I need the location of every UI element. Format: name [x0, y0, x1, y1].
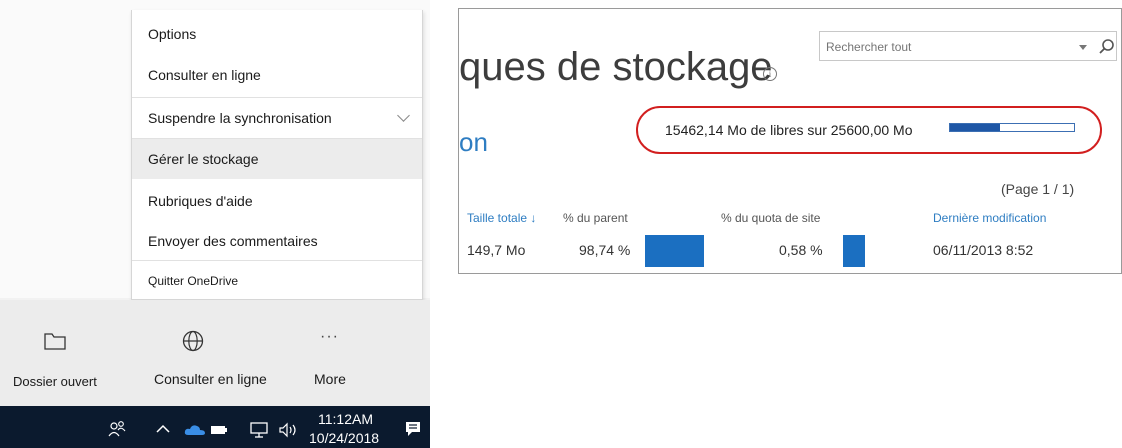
folder-icon[interactable] [44, 332, 66, 350]
more-icon[interactable]: ··· [320, 328, 339, 346]
chevron-down-icon [397, 109, 410, 122]
view-online-button[interactable]: Consulter en ligne [154, 371, 267, 387]
onedrive-action-bar [0, 300, 430, 406]
battery-icon[interactable] [210, 425, 228, 435]
highlight-ellipse [636, 106, 1102, 154]
menu-item-options[interactable]: Options [132, 14, 422, 54]
more-label: More [314, 371, 346, 387]
cell-last-modified: 06/11/2013 8:52 [933, 242, 1034, 258]
column-header-pct-parent[interactable]: % du parent [563, 211, 628, 225]
onedrive-context-menu: Options Consulter en ligne Suspendre la … [131, 10, 423, 300]
menu-item-view-online[interactable]: Consulter en ligne [132, 55, 422, 95]
menu-item-label: Rubriques d'aide [148, 193, 253, 209]
pct-quota-bar [843, 235, 865, 267]
pct-parent-bar [645, 235, 704, 267]
onedrive-panel: Options Consulter en ligne Suspendre la … [0, 0, 430, 448]
cell-total-size[interactable]: 149,7 Mo [467, 242, 525, 258]
info-icon[interactable]: i [763, 67, 777, 81]
menu-item-quit-onedrive[interactable]: Quitter OneDrive [132, 261, 422, 301]
column-header-total-size[interactable]: Taille totale ↓ [467, 211, 536, 225]
menu-item-pause-sync[interactable]: Suspendre la synchronisation [132, 98, 422, 138]
search-icon[interactable] [1096, 36, 1118, 58]
notification-icon[interactable] [404, 420, 422, 438]
search-box [819, 31, 1117, 61]
menu-item-manage-storage[interactable]: Gérer le stockage [132, 139, 422, 179]
people-icon[interactable] [108, 420, 128, 438]
section-subtitle: on [459, 127, 488, 157]
search-scope-dropdown-icon[interactable] [1079, 45, 1087, 50]
storage-metrics-page: ques de stockage i on 15462,14 Mo de lib… [458, 8, 1122, 274]
clock-time[interactable]: 11:12AM [318, 411, 373, 427]
network-icon[interactable] [250, 422, 268, 438]
page-title: ques de stockage [459, 45, 773, 89]
more-button[interactable]: More [314, 371, 346, 387]
column-header-pct-quota[interactable]: % du quota de site [721, 211, 820, 225]
menu-item-send-feedback[interactable]: Envoyer des commentaires [132, 221, 422, 261]
menu-item-label: Suspendre la synchronisation [148, 110, 332, 126]
onedrive-cloud-icon[interactable] [184, 424, 206, 436]
search-input[interactable] [826, 38, 1066, 56]
clock-date[interactable]: 10/24/2018 [309, 430, 379, 446]
cell-pct-parent: 98,74 % [579, 242, 631, 258]
cell-pct-quota: 0,58 % [779, 242, 823, 258]
open-folder-button[interactable]: Dossier ouvert [13, 374, 97, 389]
view-online-label: Consulter en ligne [154, 371, 267, 387]
menu-item-label: Quitter OneDrive [148, 274, 239, 288]
menu-item-label: Consulter en ligne [148, 67, 261, 83]
globe-icon[interactable] [182, 330, 204, 352]
menu-item-label: Options [148, 26, 197, 42]
chevron-up-icon[interactable] [156, 424, 170, 434]
open-folder-label: Dossier ouvert [13, 374, 97, 389]
page-indicator: (Page 1 / 1) [1001, 181, 1075, 197]
volume-icon[interactable] [278, 422, 300, 438]
column-header-last-modified[interactable]: Dernière modification [933, 211, 1046, 225]
menu-item-label: Envoyer des commentaires [148, 233, 318, 249]
menu-item-help-topics[interactable]: Rubriques d'aide [132, 181, 422, 221]
menu-item-label: Gérer le stockage [148, 151, 259, 167]
